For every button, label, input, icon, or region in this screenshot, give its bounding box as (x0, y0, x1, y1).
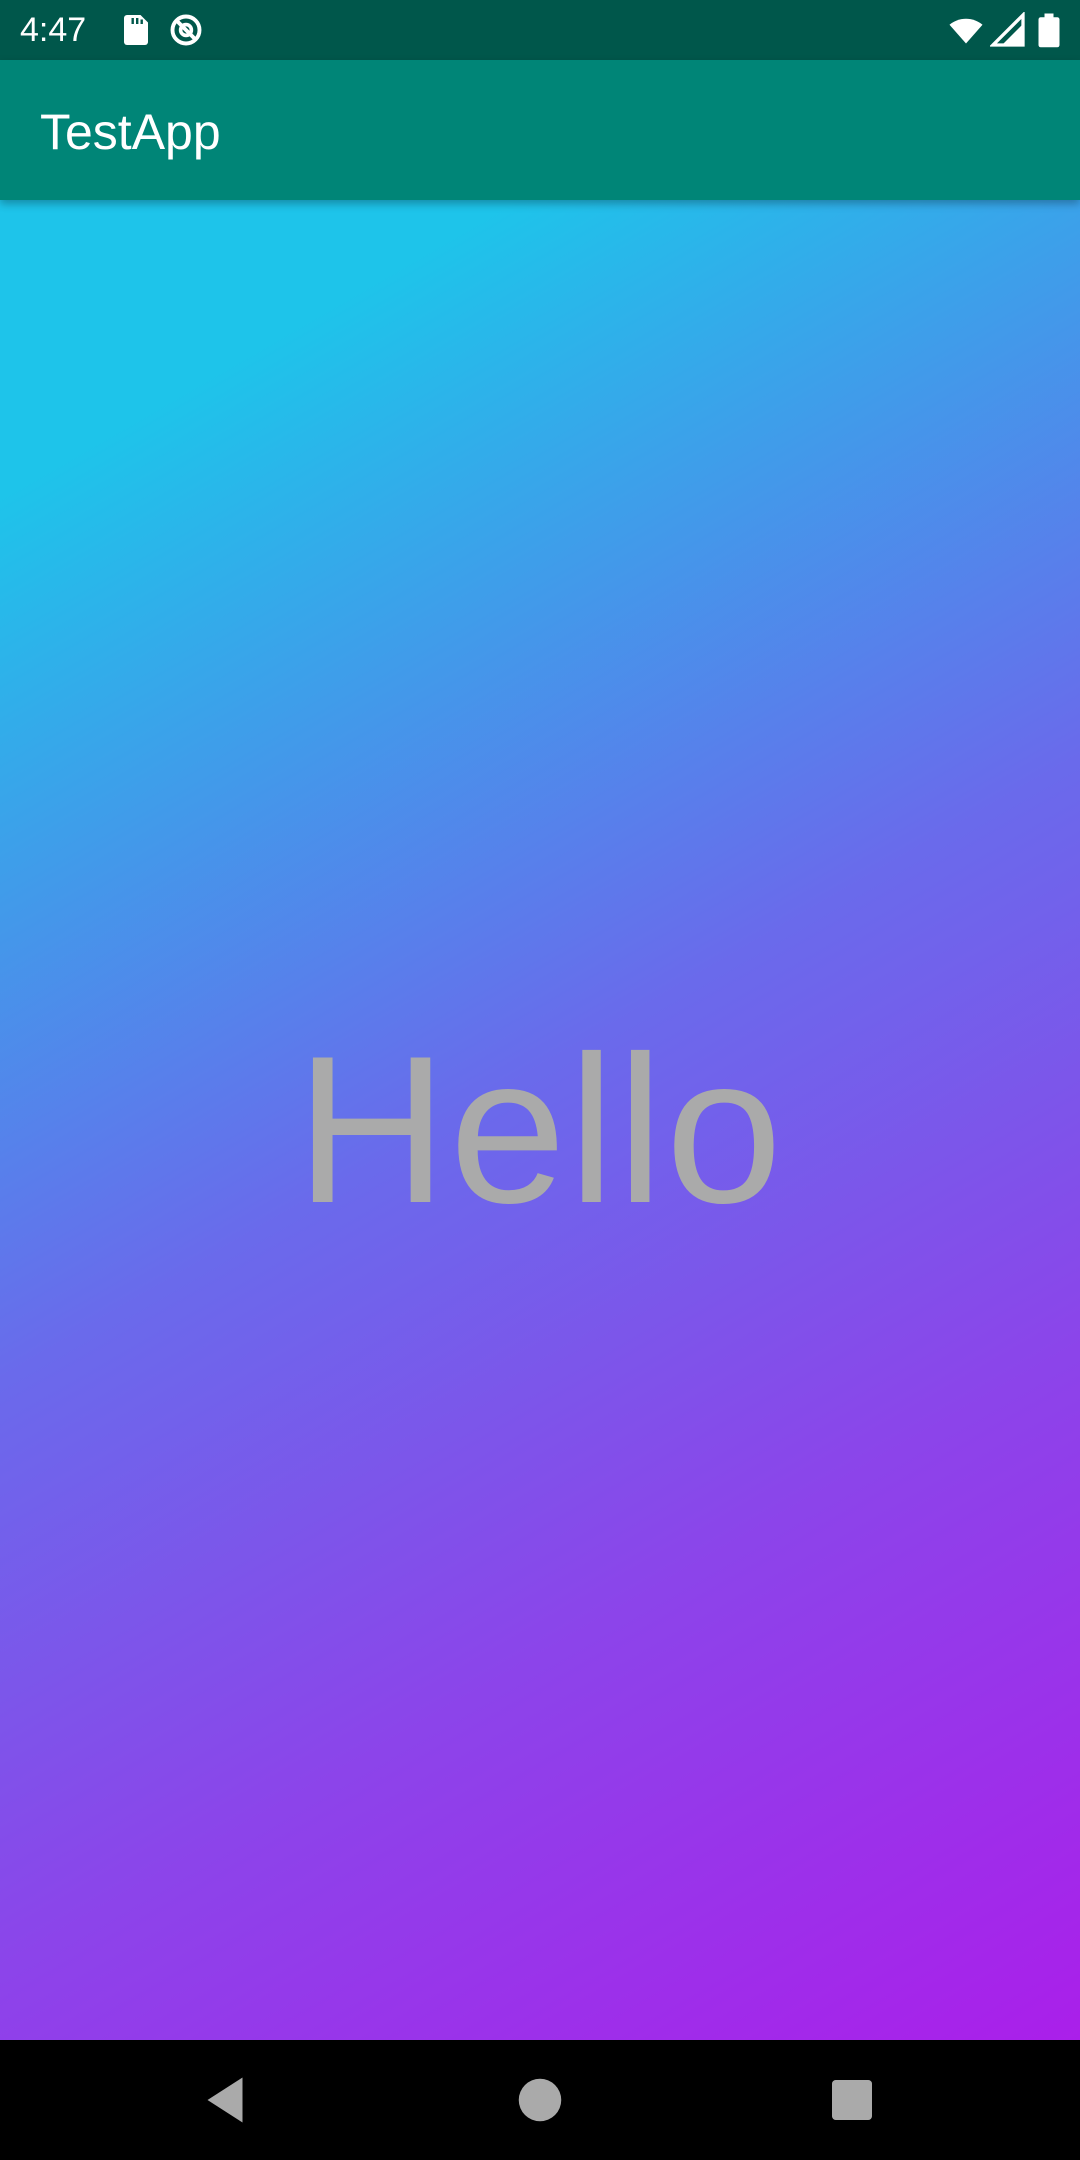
battery-icon (1036, 12, 1062, 48)
recents-icon[interactable] (822, 2070, 882, 2130)
screen: 4:47 TestApp Hello (0, 0, 1080, 2160)
app-title: TestApp (40, 104, 221, 160)
sync-icon (168, 12, 204, 48)
home-icon[interactable] (510, 2070, 570, 2130)
wifi-icon (948, 12, 984, 48)
gradient-content: Hello (0, 200, 1080, 2040)
signal-icon (990, 12, 1026, 48)
status-time: 4:47 (20, 11, 87, 49)
back-icon[interactable] (195, 2070, 255, 2130)
hello-text: Hello (295, 1012, 785, 1247)
status-bar: 4:47 (0, 0, 1080, 60)
sd-card-icon (118, 12, 154, 48)
app-bar: TestApp (0, 60, 1080, 200)
navigation-bar (0, 2040, 1080, 2160)
